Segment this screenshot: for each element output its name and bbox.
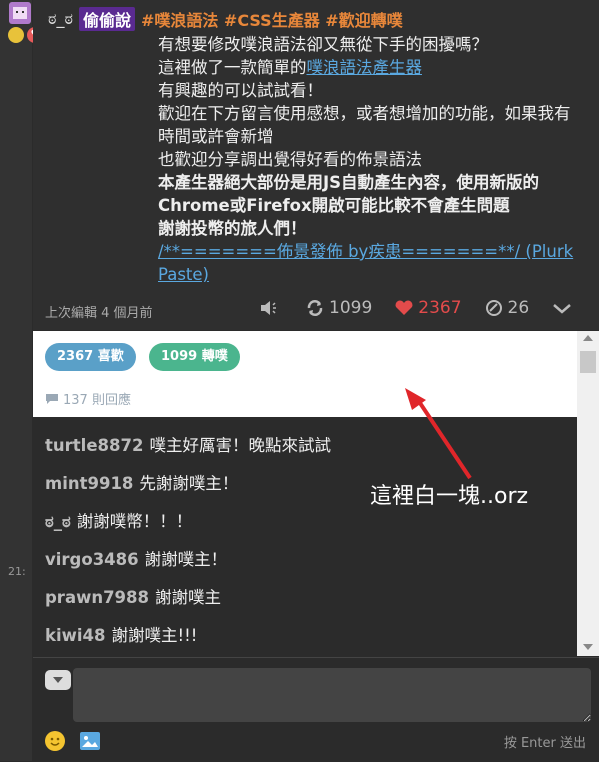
send-hint: 按 Enter 送出: [503, 736, 586, 751]
annotation-arrow-icon: [405, 388, 472, 480]
response-input-bar: 按 Enter 送出: [33, 657, 599, 762]
emoticon-icon[interactable]: [45, 731, 65, 751]
image-upload-icon[interactable]: [79, 731, 101, 751]
qualifier-select[interactable]: [45, 670, 71, 690]
annotation-text: 這裡白一塊..orz: [370, 484, 529, 509]
response-input[interactable]: [73, 668, 591, 722]
